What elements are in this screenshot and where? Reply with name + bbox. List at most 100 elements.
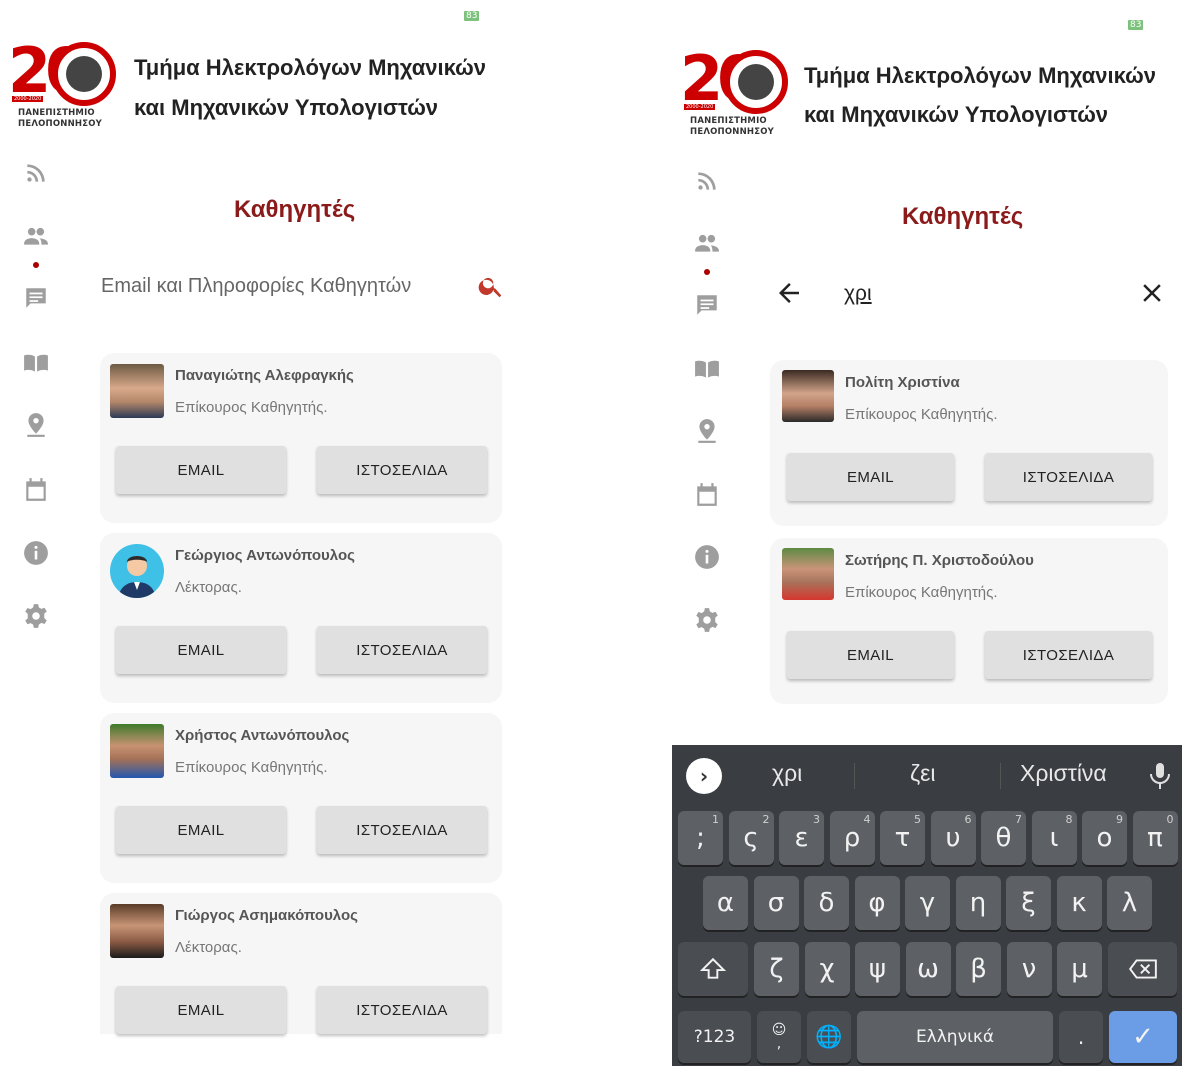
key-label: ρ xyxy=(843,823,861,853)
chat-icon[interactable] xyxy=(694,292,720,318)
email-button[interactable]: EMAIL xyxy=(787,631,954,679)
website-button[interactable]: ΙΣΤΟΣΕΛΙΔΑ xyxy=(985,453,1152,501)
key-label: ε xyxy=(794,823,809,853)
calendar-icon[interactable] xyxy=(694,482,720,508)
professor-card: Γιώργος Ασημακόπουλος Λέκτορας. EMAIL ΙΣ… xyxy=(100,893,502,1034)
key[interactable]: χ xyxy=(804,942,850,996)
key[interactable]: ε3 xyxy=(779,811,824,865)
key[interactable]: ς2 xyxy=(728,811,774,865)
comma-label: , xyxy=(776,1036,782,1052)
professor-role: Λέκτορας. xyxy=(175,939,242,956)
suggestion-divider xyxy=(1000,763,1001,789)
website-button[interactable]: ΙΣΤΟΣΕΛΙΔΑ xyxy=(317,626,487,674)
book-icon[interactable] xyxy=(694,356,720,382)
key[interactable]: ν xyxy=(1006,942,1052,996)
key[interactable]: μ xyxy=(1057,942,1102,996)
website-button[interactable]: ΙΣΤΟΣΕΛΙΔΑ xyxy=(317,446,487,494)
shift-icon[interactable] xyxy=(678,942,748,996)
suggestion[interactable]: ζει xyxy=(910,760,936,787)
professor-photo xyxy=(110,904,164,958)
key[interactable]: ψ xyxy=(855,942,900,996)
microphone-icon[interactable] xyxy=(1148,761,1172,791)
logo-university-line1: ΠΑΝΕΠΙΣΤΗΜΙΟ xyxy=(18,108,95,118)
location-icon[interactable] xyxy=(23,412,49,438)
rss-icon[interactable] xyxy=(694,168,720,194)
key[interactable]: δ xyxy=(804,876,849,930)
email-button[interactable]: EMAIL xyxy=(116,446,286,494)
professor-photo xyxy=(782,548,834,600)
professor-photo xyxy=(110,724,164,778)
key[interactable]: θ7 xyxy=(981,811,1026,865)
key[interactable]: ω xyxy=(905,942,951,996)
email-button[interactable]: EMAIL xyxy=(787,453,954,501)
search-input[interactable]: Email και Πληροφορίες Καθηγητών xyxy=(101,275,411,298)
key[interactable]: ο9 xyxy=(1082,811,1127,865)
professor-card: Σωτήρης Π. Χριστοδούλου Επίκουρος Καθηγη… xyxy=(770,538,1168,704)
website-button[interactable]: ΙΣΤΟΣΕΛΙΔΑ xyxy=(317,806,487,854)
settings-icon[interactable] xyxy=(23,603,49,629)
professor-name: Γεώργιος Αντωνόπουλος xyxy=(175,547,355,564)
key[interactable]: σ xyxy=(753,876,799,930)
period-key[interactable]: . xyxy=(1059,1011,1103,1063)
key[interactable]: γ xyxy=(905,876,950,930)
suggestion[interactable]: χρι xyxy=(772,760,802,787)
suggestion-bar: › χρι ζει Χριστίνα xyxy=(672,745,1182,805)
chat-icon[interactable] xyxy=(23,285,49,311)
key[interactable]: η xyxy=(955,876,1001,930)
key[interactable]: λ xyxy=(1107,876,1152,930)
info-icon[interactable] xyxy=(694,544,720,570)
chevron-right-icon[interactable]: › xyxy=(686,758,722,794)
default-avatar-icon xyxy=(110,544,164,598)
on-screen-keyboard: › χρι ζει Χριστίνα ; 1 ς 2 ε 3 ρ 4 τ 5 υ 6 θ 7 ι 8 ο 9 π 0 … xyxy=(672,745,1182,1066)
symbols-key[interactable]: ?123 xyxy=(678,1011,751,1063)
key[interactable]: α xyxy=(703,876,748,930)
key[interactable]: ζ xyxy=(754,942,799,996)
backspace-icon[interactable] xyxy=(1108,942,1177,996)
key-label: ς xyxy=(743,823,759,853)
battery-indicator: 83 xyxy=(1128,20,1144,30)
key[interactable]: κ xyxy=(1056,876,1102,930)
clear-icon[interactable] xyxy=(1137,278,1167,308)
people-icon[interactable] xyxy=(694,230,720,256)
emoji-comma-key[interactable]: ☺, xyxy=(757,1011,801,1063)
suggestion[interactable]: Χριστίνα xyxy=(1020,760,1107,787)
space-key[interactable]: Ελληνικά xyxy=(857,1011,1053,1063)
page-title: Καθηγητές xyxy=(902,203,1024,230)
key-number-hint: 4 xyxy=(863,813,871,826)
rss-icon[interactable] xyxy=(23,160,49,186)
key-number-hint: 8 xyxy=(1065,813,1073,826)
email-button[interactable]: EMAIL xyxy=(116,986,286,1034)
emoji-icon: ☺ xyxy=(771,1022,787,1038)
key-number-hint: 9 xyxy=(1116,813,1123,826)
book-icon[interactable] xyxy=(23,350,49,376)
settings-icon[interactable] xyxy=(694,607,720,633)
professor-card: Πολίτη Χριστίνα Επίκουρος Καθηγητής. EMA… xyxy=(770,360,1168,526)
key[interactable]: τ5 xyxy=(880,811,925,865)
search-icon[interactable] xyxy=(477,272,505,300)
logo-seal xyxy=(52,42,116,106)
globe-icon[interactable]: 🌐 xyxy=(807,1011,851,1063)
email-button[interactable]: EMAIL xyxy=(116,626,286,674)
location-icon[interactable] xyxy=(694,418,720,444)
search-input[interactable]: χρι xyxy=(844,282,872,306)
key[interactable]: ξ xyxy=(1006,876,1051,930)
website-button[interactable]: ΙΣΤΟΣΕΛΙΔΑ xyxy=(985,631,1152,679)
calendar-icon[interactable] xyxy=(23,477,49,503)
key[interactable]: υ6 xyxy=(930,811,976,865)
professor-photo xyxy=(782,370,834,422)
active-indicator-dot xyxy=(704,269,710,275)
enter-check-icon[interactable]: ✓ xyxy=(1109,1011,1177,1063)
back-arrow-icon[interactable] xyxy=(774,278,804,308)
key[interactable]: ρ4 xyxy=(829,811,875,865)
key[interactable]: φ xyxy=(854,876,900,930)
professor-role: Επίκουρος Καθηγητής. xyxy=(845,406,998,423)
key[interactable]: ι8 xyxy=(1031,811,1077,865)
info-icon[interactable] xyxy=(23,540,49,566)
people-icon[interactable] xyxy=(23,223,49,249)
key[interactable]: ; 1 xyxy=(678,811,723,865)
key[interactable]: β xyxy=(956,942,1001,996)
website-button[interactable]: ΙΣΤΟΣΕΛΙΔΑ xyxy=(317,986,487,1034)
key[interactable]: π0 xyxy=(1132,811,1178,865)
email-button[interactable]: EMAIL xyxy=(116,806,286,854)
professor-card: Χρήστος Αντωνόπουλος Επίκουρος Καθηγητής… xyxy=(100,713,502,883)
